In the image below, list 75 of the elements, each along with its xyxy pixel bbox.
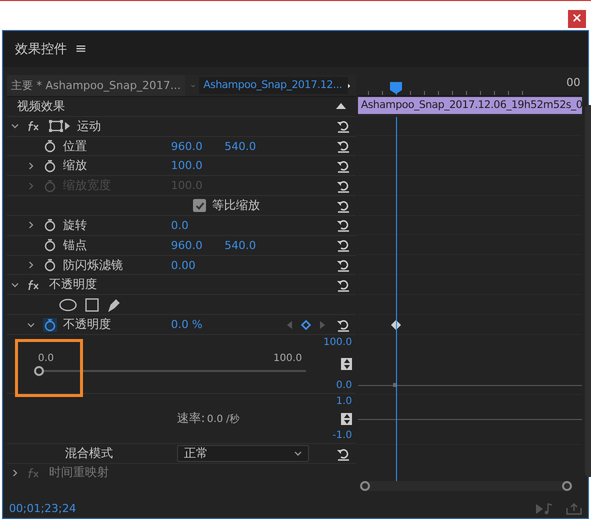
axis-max-label: 1.0 bbox=[336, 396, 352, 408]
expand-chevron-icon[interactable] bbox=[27, 320, 35, 329]
parameter-value[interactable]: 0.00 bbox=[171, 258, 199, 272]
velocity-value: 0.0 /秒 bbox=[207, 412, 240, 426]
parameter-name: 缩放 bbox=[63, 157, 88, 174]
transform-box-icon[interactable] bbox=[49, 119, 71, 134]
expand-chevron-icon[interactable] bbox=[27, 261, 35, 270]
stopwatch-icon[interactable] bbox=[43, 258, 57, 272]
rectangle-mask-icon[interactable] bbox=[85, 298, 99, 312]
reset-icon[interactable] bbox=[336, 258, 350, 272]
effect-name: 不透明度 bbox=[49, 276, 97, 294]
stopwatch-icon[interactable] bbox=[43, 318, 57, 332]
reset-icon[interactable] bbox=[336, 178, 350, 193]
stopwatch-icon[interactable] bbox=[43, 139, 57, 154]
parameter-name: 防闪烁滤镜 bbox=[63, 256, 124, 274]
parameter-value[interactable]: 0.0 % bbox=[171, 318, 202, 332]
reset-icon[interactable] bbox=[336, 278, 350, 292]
clip-tab[interactable]: Ashampoo_Snap_2017.12... bbox=[198, 77, 348, 94]
blend-mode-label: 混合模式 bbox=[65, 445, 114, 462]
expand-chevron-icon[interactable] bbox=[27, 221, 35, 230]
keyframe-navigator-icon[interactable] bbox=[286, 318, 326, 331]
parameter-value[interactable]: 0.0 bbox=[171, 218, 199, 232]
ruler-label: 00 bbox=[566, 76, 580, 89]
slider-min-label: 0.0 bbox=[38, 352, 54, 364]
effect-name: 运动 bbox=[77, 118, 101, 135]
parameter-name: 旋转 bbox=[63, 216, 88, 234]
slider-thumb[interactable] bbox=[34, 366, 44, 376]
reset-icon[interactable] bbox=[336, 446, 350, 461]
slider-max-label: 100.0 bbox=[273, 352, 302, 364]
close-button[interactable]: × bbox=[568, 10, 586, 28]
expand-chevron-icon[interactable] bbox=[11, 122, 19, 130]
caret-icon bbox=[294, 451, 302, 456]
reset-icon[interactable] bbox=[336, 158, 350, 173]
menu-button[interactable]: ≡ bbox=[75, 41, 87, 57]
parameter-value[interactable]: 540.0 bbox=[224, 238, 256, 252]
axis-min-label: 0.0 bbox=[336, 380, 352, 392]
zoom-handle-icon[interactable] bbox=[341, 358, 352, 370]
stopwatch-icon[interactable] bbox=[43, 218, 57, 232]
scroll-up-triangle-icon[interactable] bbox=[336, 103, 346, 110]
reset-icon[interactable] bbox=[336, 238, 350, 252]
parameter-value[interactable]: 100.0 bbox=[171, 159, 202, 172]
expand-chevron-icon[interactable] bbox=[11, 280, 19, 289]
ellipse-mask-icon[interactable] bbox=[59, 298, 77, 312]
expand-chevron-icon[interactable] bbox=[27, 162, 35, 170]
parameter-name: 位置 bbox=[63, 138, 88, 155]
highlight-frame bbox=[15, 338, 83, 397]
parameter-name: 不透明度 bbox=[63, 316, 112, 334]
horizontal-scrollbar[interactable] bbox=[360, 481, 572, 491]
chevron-down-icon[interactable] bbox=[190, 82, 195, 88]
section-header: 视频效果 bbox=[17, 98, 65, 115]
checkbox[interactable] bbox=[193, 199, 206, 212]
reset-icon[interactable] bbox=[336, 198, 350, 213]
parameter-value[interactable]: 540.0 bbox=[224, 140, 256, 153]
axis-min-label: -1.0 bbox=[332, 430, 352, 442]
axis-max-label: 100.0 bbox=[323, 336, 352, 348]
parameter-value[interactable]: 960.0 bbox=[171, 140, 202, 153]
blend-mode-dropdown[interactable]: 正常 bbox=[177, 445, 309, 462]
panel-title: 效果控件 bbox=[15, 41, 67, 58]
reset-icon[interactable] bbox=[336, 318, 350, 332]
checkbox-label: 等比缩放 bbox=[212, 197, 260, 214]
timecode[interactable]: 00;01;23;24 bbox=[9, 502, 76, 515]
parameter-name: 锚点 bbox=[63, 236, 88, 254]
parameter-value[interactable]: 960.0 bbox=[171, 238, 202, 252]
clip-bar[interactable]: Ashampoo_Snap_2017.12.06_19h52m52s_0 bbox=[358, 96, 582, 114]
effect-name: 时间重映射 bbox=[49, 464, 109, 482]
reset-icon[interactable] bbox=[336, 139, 350, 154]
pen-icon[interactable] bbox=[107, 298, 121, 312]
reset-icon[interactable] bbox=[336, 218, 350, 232]
zoom-handle-icon[interactable] bbox=[341, 412, 352, 425]
reset-icon[interactable] bbox=[336, 119, 350, 134]
stopwatch-icon[interactable] bbox=[43, 238, 57, 252]
expand-chevron-icon[interactable] bbox=[11, 468, 19, 477]
stopwatch-icon[interactable] bbox=[43, 158, 57, 173]
velocity-label: 速率: bbox=[177, 410, 206, 428]
clip-tab[interactable]: 主要 * Ashampoo_Snap_2017... bbox=[7, 75, 185, 96]
